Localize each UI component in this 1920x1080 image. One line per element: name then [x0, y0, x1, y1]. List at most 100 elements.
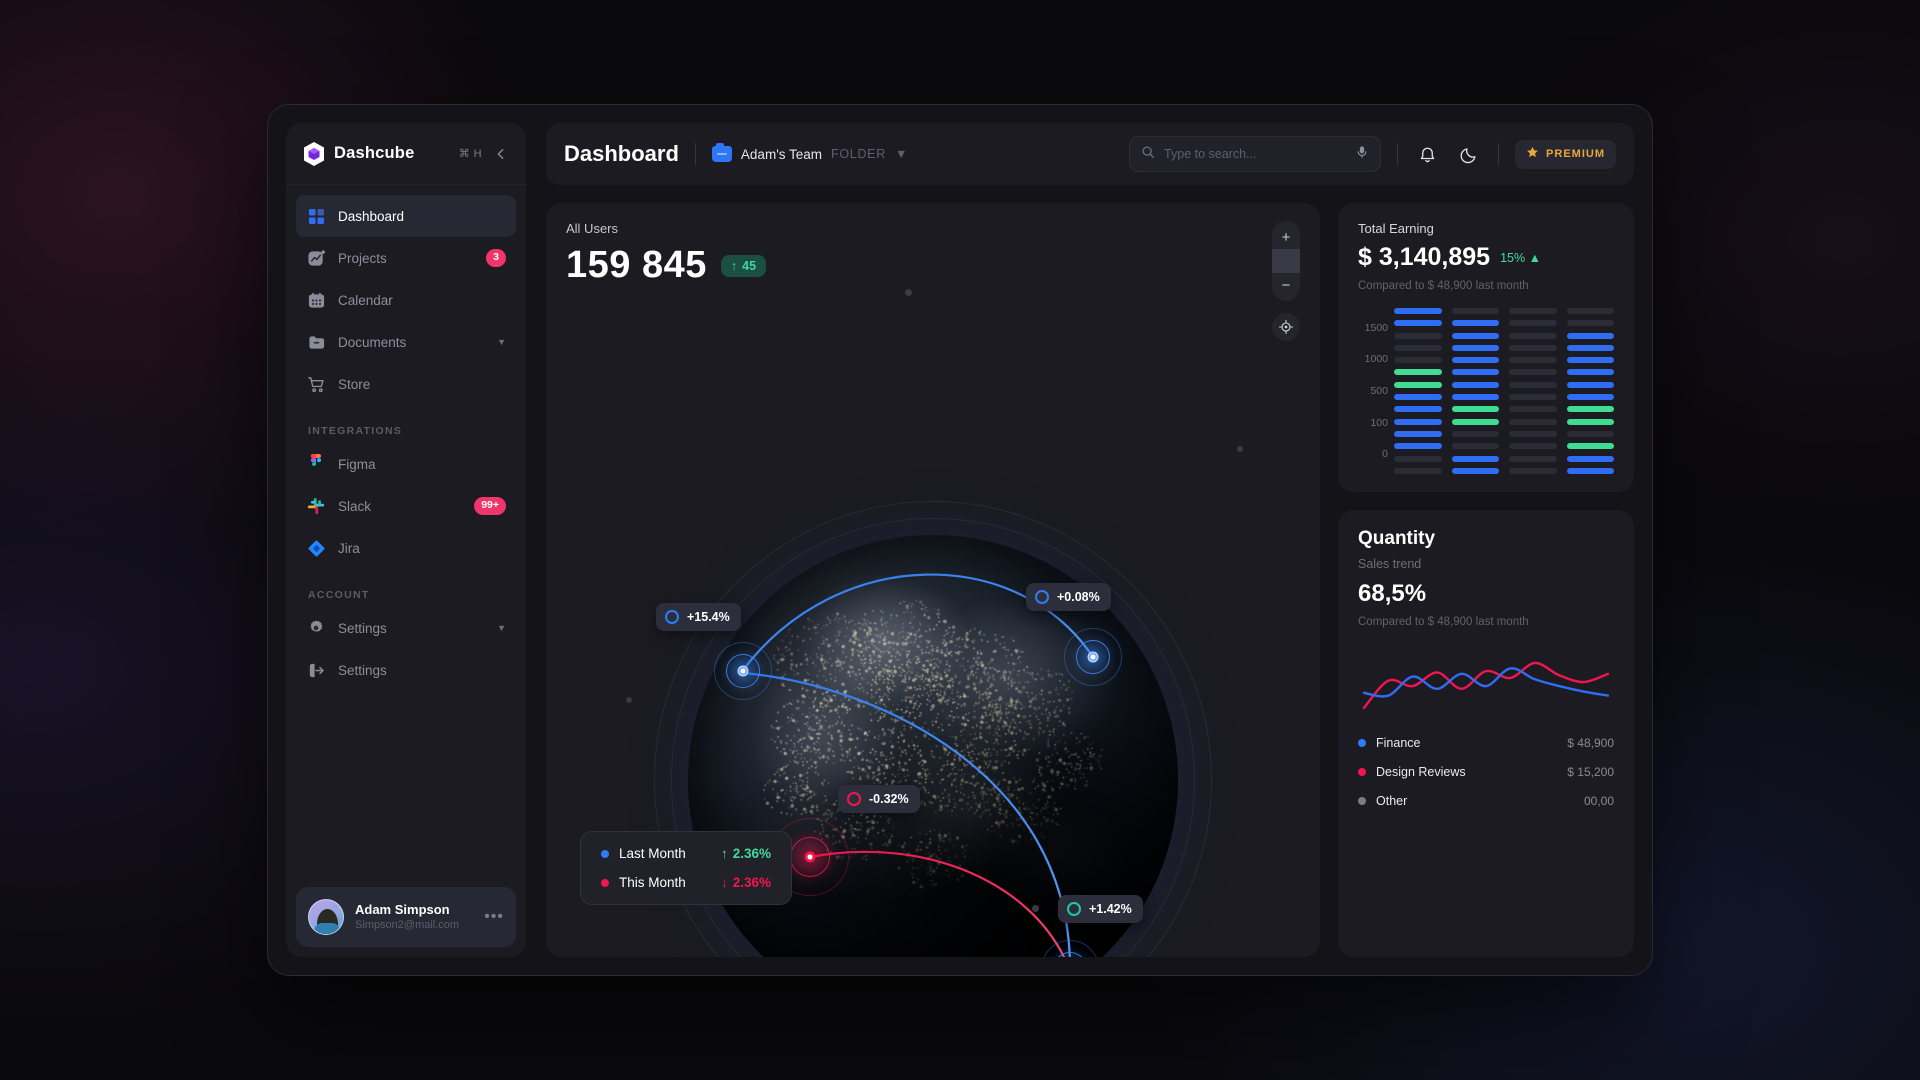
grid-icon — [306, 206, 326, 226]
bar-segment — [1394, 406, 1442, 413]
legend-dot — [1358, 768, 1366, 776]
sidebar: Dashcube ⌘ H Dashboard Projects 3 Calend… — [286, 123, 526, 957]
quantity-legend: Finance $ 48,900 Design Reviews $ 15,200 Oth… — [1358, 736, 1614, 808]
sidebar-item-label: Slack — [338, 498, 372, 514]
bar-column — [1394, 308, 1442, 474]
total-earning-card: Total Earning $ 3,140,895 15% ▲ Compared… — [1338, 203, 1634, 492]
bar-segment — [1394, 418, 1442, 425]
gauge-icon — [665, 610, 679, 624]
chart-bar-columns — [1394, 308, 1614, 474]
premium-button[interactable]: PREMIUM — [1515, 139, 1616, 169]
search-icon — [1141, 145, 1155, 164]
sidebar-item-figma[interactable]: Figma — [296, 443, 516, 485]
bar-segment — [1566, 357, 1614, 364]
user-profile-card[interactable]: Adam Simpson Simpson2@mail.com ••• — [296, 887, 516, 947]
sidebar-item-documents[interactable]: Documents ▼ — [296, 321, 516, 363]
dashcube-logo-icon — [302, 141, 326, 167]
legend-amount: $ 48,900 — [1567, 736, 1614, 750]
y-tick-label: 1000 — [1364, 353, 1388, 366]
folder-minus-icon — [306, 332, 326, 352]
legend-value: 2.36% — [732, 875, 772, 890]
zoom-in-button[interactable]: + — [1272, 225, 1300, 249]
calendar-icon — [306, 290, 326, 310]
bar-segment — [1509, 406, 1557, 413]
marker-dot — [737, 665, 749, 677]
bar-segment — [1451, 394, 1499, 401]
all-users-value: 159 845 — [566, 244, 707, 286]
sidebar-item-dashboard[interactable]: Dashboard — [296, 195, 516, 237]
globe-tooltip-2: +0.08% — [1026, 583, 1111, 611]
sidebar-item-calendar[interactable]: Calendar — [296, 279, 516, 321]
marker-dot — [1087, 651, 1099, 663]
bar-segment — [1509, 467, 1557, 474]
bar-segment — [1451, 369, 1499, 376]
sidebar-item-label: Figma — [338, 456, 376, 472]
orbit-dot-bottom — [1032, 905, 1039, 912]
bar-segment — [1509, 418, 1557, 425]
quantity-legend-row: Other 00,00 — [1358, 794, 1614, 808]
y-tick-label: 100 — [1370, 416, 1388, 429]
card-title: Total Earning — [1358, 221, 1434, 236]
quantity-card: Quantity Sales trend 68,5% Compared to $… — [1338, 510, 1634, 957]
tooltip-value: +15.4% — [687, 610, 730, 624]
projects-badge: 3 — [486, 249, 506, 267]
sidebar-item-settings[interactable]: Settings ▼ — [296, 607, 516, 649]
quantity-title: Quantity — [1358, 528, 1436, 549]
legend-label: Other — [1376, 794, 1408, 808]
legend-dot — [601, 849, 609, 858]
sidebar-item-label: Dashboard — [338, 208, 405, 224]
sidebar-item-label: Store — [338, 376, 371, 392]
chevron-down-icon[interactable]: ▼ — [497, 337, 506, 347]
bar-segment — [1394, 443, 1442, 450]
bar-segment — [1509, 344, 1557, 351]
bar-segment — [1509, 394, 1557, 401]
crosshair-icon[interactable] — [1272, 313, 1300, 341]
integrations-section-title: INTEGRATIONS — [308, 425, 403, 437]
search-box[interactable] — [1129, 136, 1382, 172]
all-users-delta-value: 45 — [742, 258, 757, 273]
sidebar-item-projects[interactable]: Projects 3 — [296, 237, 516, 279]
bar-segment — [1566, 394, 1614, 401]
tooltip-value: +0.08% — [1057, 590, 1100, 604]
bar-segment — [1394, 430, 1442, 437]
bar-segment — [1451, 308, 1499, 314]
sidebar-item-label: Calendar — [338, 292, 393, 308]
sidebar-item-jira[interactable]: Jira — [296, 527, 516, 569]
legend-label: Design Reviews — [1376, 765, 1466, 779]
chevron-down-icon[interactable]: ▼ — [497, 623, 506, 633]
right-column: Total Earning $ 3,140,895 15% ▲ Compared… — [1338, 203, 1634, 957]
sidebar-item-store[interactable]: Store — [296, 363, 516, 405]
user-more-icon[interactable]: ••• — [484, 908, 504, 926]
tooltip-value: +1.42% — [1089, 902, 1132, 916]
sidebar-item-label: Projects — [338, 250, 387, 266]
moon-icon[interactable] — [1456, 141, 1482, 167]
arrow-left-icon[interactable] — [492, 145, 510, 163]
bar-column — [1566, 308, 1614, 474]
team-folder-selector[interactable]: Adam's Team FOLDER ▼ — [711, 143, 908, 162]
globe-card: All Users 159 845 ↑ 45 + − +15.4% +0.08%… — [546, 203, 1320, 957]
all-users-delta-badge: ↑ 45 — [720, 254, 767, 277]
orbit-dot-left — [626, 697, 632, 703]
sidebar-item-logout[interactable]: Settings — [296, 649, 516, 691]
legend-label: Finance — [1376, 736, 1421, 750]
chevron-down-icon[interactable]: ▼ — [895, 147, 908, 161]
folder-tag: FOLDER — [831, 147, 886, 161]
sidebar-item-slack[interactable]: Slack 99+ — [296, 485, 516, 527]
legend-amount: $ 15,200 — [1567, 765, 1614, 779]
bar-segment — [1566, 344, 1614, 351]
arrow-down-icon: ↓ — [721, 875, 728, 890]
team-name: Adam's Team — [740, 146, 823, 162]
gear-icon — [306, 618, 326, 638]
bar-segment — [1509, 443, 1557, 450]
bar-segment — [1394, 394, 1442, 401]
content-grid: All Users 159 845 ↑ 45 + − +15.4% +0.08%… — [546, 203, 1634, 957]
bar-segment — [1394, 357, 1442, 364]
search-input[interactable] — [1164, 147, 1347, 161]
microphone-icon[interactable] — [1355, 145, 1369, 164]
bell-icon[interactable] — [1414, 141, 1440, 167]
sidebar-item-label: Documents — [338, 334, 407, 350]
chart-y-axis: 1500 1000 500 100 0 — [1358, 308, 1394, 474]
bar-column — [1509, 308, 1557, 474]
globe-tooltip-4: +1.42% — [1058, 895, 1143, 923]
zoom-out-button[interactable]: − — [1272, 273, 1300, 297]
